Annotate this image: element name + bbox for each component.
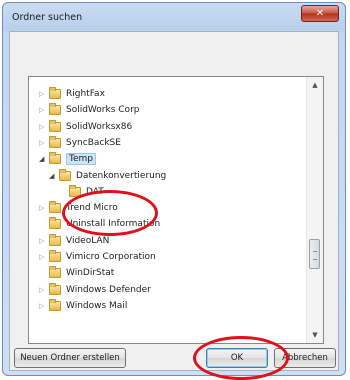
expanded-arrow-icon[interactable]: ◢ [49,172,55,180]
tree-item-label: SolidWorksx86 [66,121,133,132]
tree-item-label: SolidWorks Corp [66,105,140,116]
vertical-scrollbar[interactable]: ▲ ▼ [306,77,323,343]
tree-item-label: Uninstall Information [66,219,161,230]
close-button[interactable]: ✕ [301,5,339,22]
tree-item[interactable]: Uninstall Information [29,217,303,233]
tree-item-label: Datenkonvertierung [76,170,167,181]
tree-item[interactable]: ▷ SyncBackSE [29,135,303,152]
tree-item[interactable]: DAT [29,184,303,201]
expand-arrow-icon[interactable]: ▷ [39,302,45,310]
scrollbar-thumb[interactable] [309,239,320,269]
grip-icon [313,251,317,260]
folder-icon [49,152,61,165]
close-icon: ✕ [315,8,325,19]
tree-item[interactable]: ▷ SolidWorks Corp [29,103,303,119]
description-text [10,32,338,72]
expand-arrow-icon [39,220,45,228]
title-bar[interactable]: Ordner suchen ✕ [3,3,345,31]
expand-arrow-icon[interactable]: ▷ [39,123,45,131]
ok-button[interactable]: OK [206,348,268,368]
folder-icon [49,217,61,230]
folder-icon [49,119,61,132]
tree-item[interactable]: ▷ Trend Micro [29,201,303,217]
expanded-arrow-icon[interactable]: ◢ [39,155,45,163]
tree-item[interactable]: ▷ Vimicro Corporation [29,250,303,266]
dialog-title: Ordner suchen [12,12,83,23]
tree-item[interactable]: WinDirStat [29,266,303,282]
folder-icon [49,135,61,148]
tree-item-label: Vimicro Corporation [66,252,156,262]
tree-item[interactable]: ▷ SolidWorksx86 [29,119,303,136]
folder-icon [49,87,61,99]
tree-item-label: Windows Defender [66,284,151,295]
tree-item-label: RightFax [66,89,105,99]
tree-item-label: VideoLAN [66,235,110,246]
expand-arrow-icon[interactable]: ▷ [39,139,45,147]
tree-item-label: DAT [86,186,104,197]
tree-item-label: Windows Mail [66,300,128,311]
folder-icon [49,250,61,262]
tree-item-label: WinDirStat [66,268,115,279]
expand-arrow-icon [59,188,65,196]
folder-tree[interactable]: ▷ RightFax ▷ SolidWorks Corp ▷ SolidWorksx86 ▷… [28,76,324,344]
folder-icon [49,282,61,295]
tree-item[interactable]: ▷ RightFax [29,87,303,103]
tree-item-label: SyncBackSE [66,137,121,148]
folder-icon [49,103,61,116]
tree-item[interactable]: ▷ VideoLAN [29,233,303,250]
expand-arrow-icon[interactable]: ▷ [39,286,45,294]
tree-item-label: Temp [66,153,96,166]
tree-item-label: Trend Micro [66,203,118,214]
dialog-body: ▷ RightFax ▷ SolidWorks Corp ▷ SolidWorksx86 ▷… [9,31,339,371]
folder-icon [69,184,81,197]
scroll-up-arrow-icon[interactable]: ▲ [307,77,323,93]
expand-arrow-icon[interactable]: ▷ [39,106,45,114]
tree-item[interactable]: ▷ Windows Mail [29,298,303,315]
scroll-down-arrow-icon[interactable]: ▼ [307,327,323,343]
tree-item[interactable]: ◢ Datenkonvertierung [29,168,303,185]
folder-icon [49,298,61,311]
expand-arrow-icon [39,269,45,277]
expand-arrow-icon[interactable]: ▷ [39,90,45,98]
folder-icon [49,266,61,279]
tree-item[interactable]: ▷ Windows Defender [29,282,303,299]
expand-arrow-icon[interactable]: ▷ [39,237,45,245]
folder-icon [59,168,71,181]
folder-browse-dialog: Ordner suchen ✕ ▷ RightFax ▷ SolidWorks Cor… [2,2,346,376]
expand-arrow-icon[interactable]: ▷ [39,204,45,212]
expand-arrow-icon[interactable]: ▷ [39,253,45,261]
cancel-button[interactable]: Abbrechen [274,348,336,368]
folder-icon [49,201,61,214]
tree-item[interactable]: ◢ Temp [29,152,303,168]
folder-icon [49,233,61,246]
new-folder-button[interactable]: Neuen Ordner erstellen [14,348,126,368]
